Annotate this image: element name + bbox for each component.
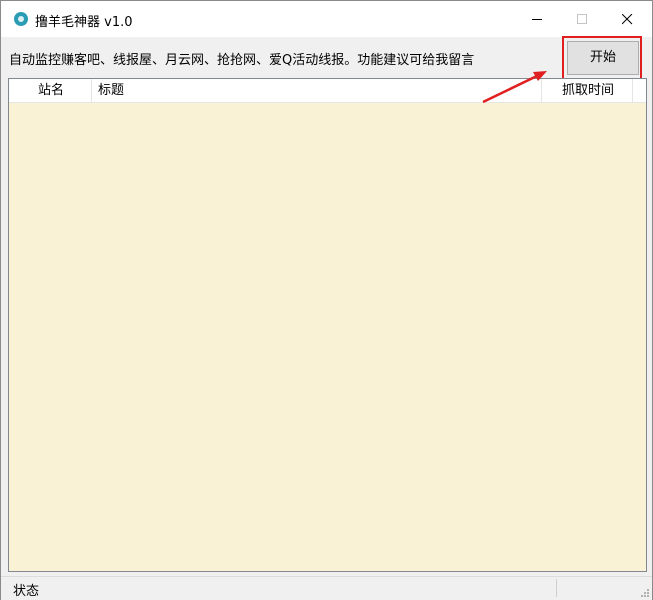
column-header-site[interactable]: 站名 bbox=[9, 79, 92, 102]
column-header-title[interactable]: 标题 bbox=[92, 79, 542, 102]
column-header-fetch-time[interactable]: 抓取时间 bbox=[542, 79, 633, 102]
results-table[interactable]: 站名 标题 抓取时间 bbox=[8, 78, 647, 572]
resize-grip-icon[interactable] bbox=[640, 588, 650, 598]
app-logo-icon bbox=[14, 12, 28, 26]
description-label: 自动监控赚客吧、线报屋、月云网、抢抢网、爱Q活动线报。功能建议可给我留言 bbox=[9, 53, 475, 68]
minimize-icon bbox=[532, 19, 542, 20]
window-title: 撸羊毛神器 v1.0 bbox=[35, 15, 133, 30]
status-label: 状态 bbox=[13, 584, 40, 599]
title-bar[interactable]: 撸羊毛神器 v1.0 bbox=[1, 1, 652, 37]
status-bar: 状态 bbox=[1, 576, 652, 600]
maximize-button[interactable] bbox=[559, 1, 605, 37]
close-button[interactable] bbox=[604, 1, 650, 37]
close-icon bbox=[622, 14, 633, 25]
app-window: 撸羊毛神器 v1.0 自动监控赚客吧、线报屋、月云网、抢抢网、爱Q活动线报。功能… bbox=[0, 0, 653, 600]
status-separator bbox=[556, 579, 557, 597]
minimize-button[interactable] bbox=[514, 1, 560, 37]
start-button[interactable]: 开始 bbox=[567, 41, 639, 75]
column-header-filler bbox=[633, 79, 646, 102]
maximize-icon bbox=[577, 14, 587, 24]
table-header: 站名 标题 抓取时间 bbox=[9, 79, 646, 103]
